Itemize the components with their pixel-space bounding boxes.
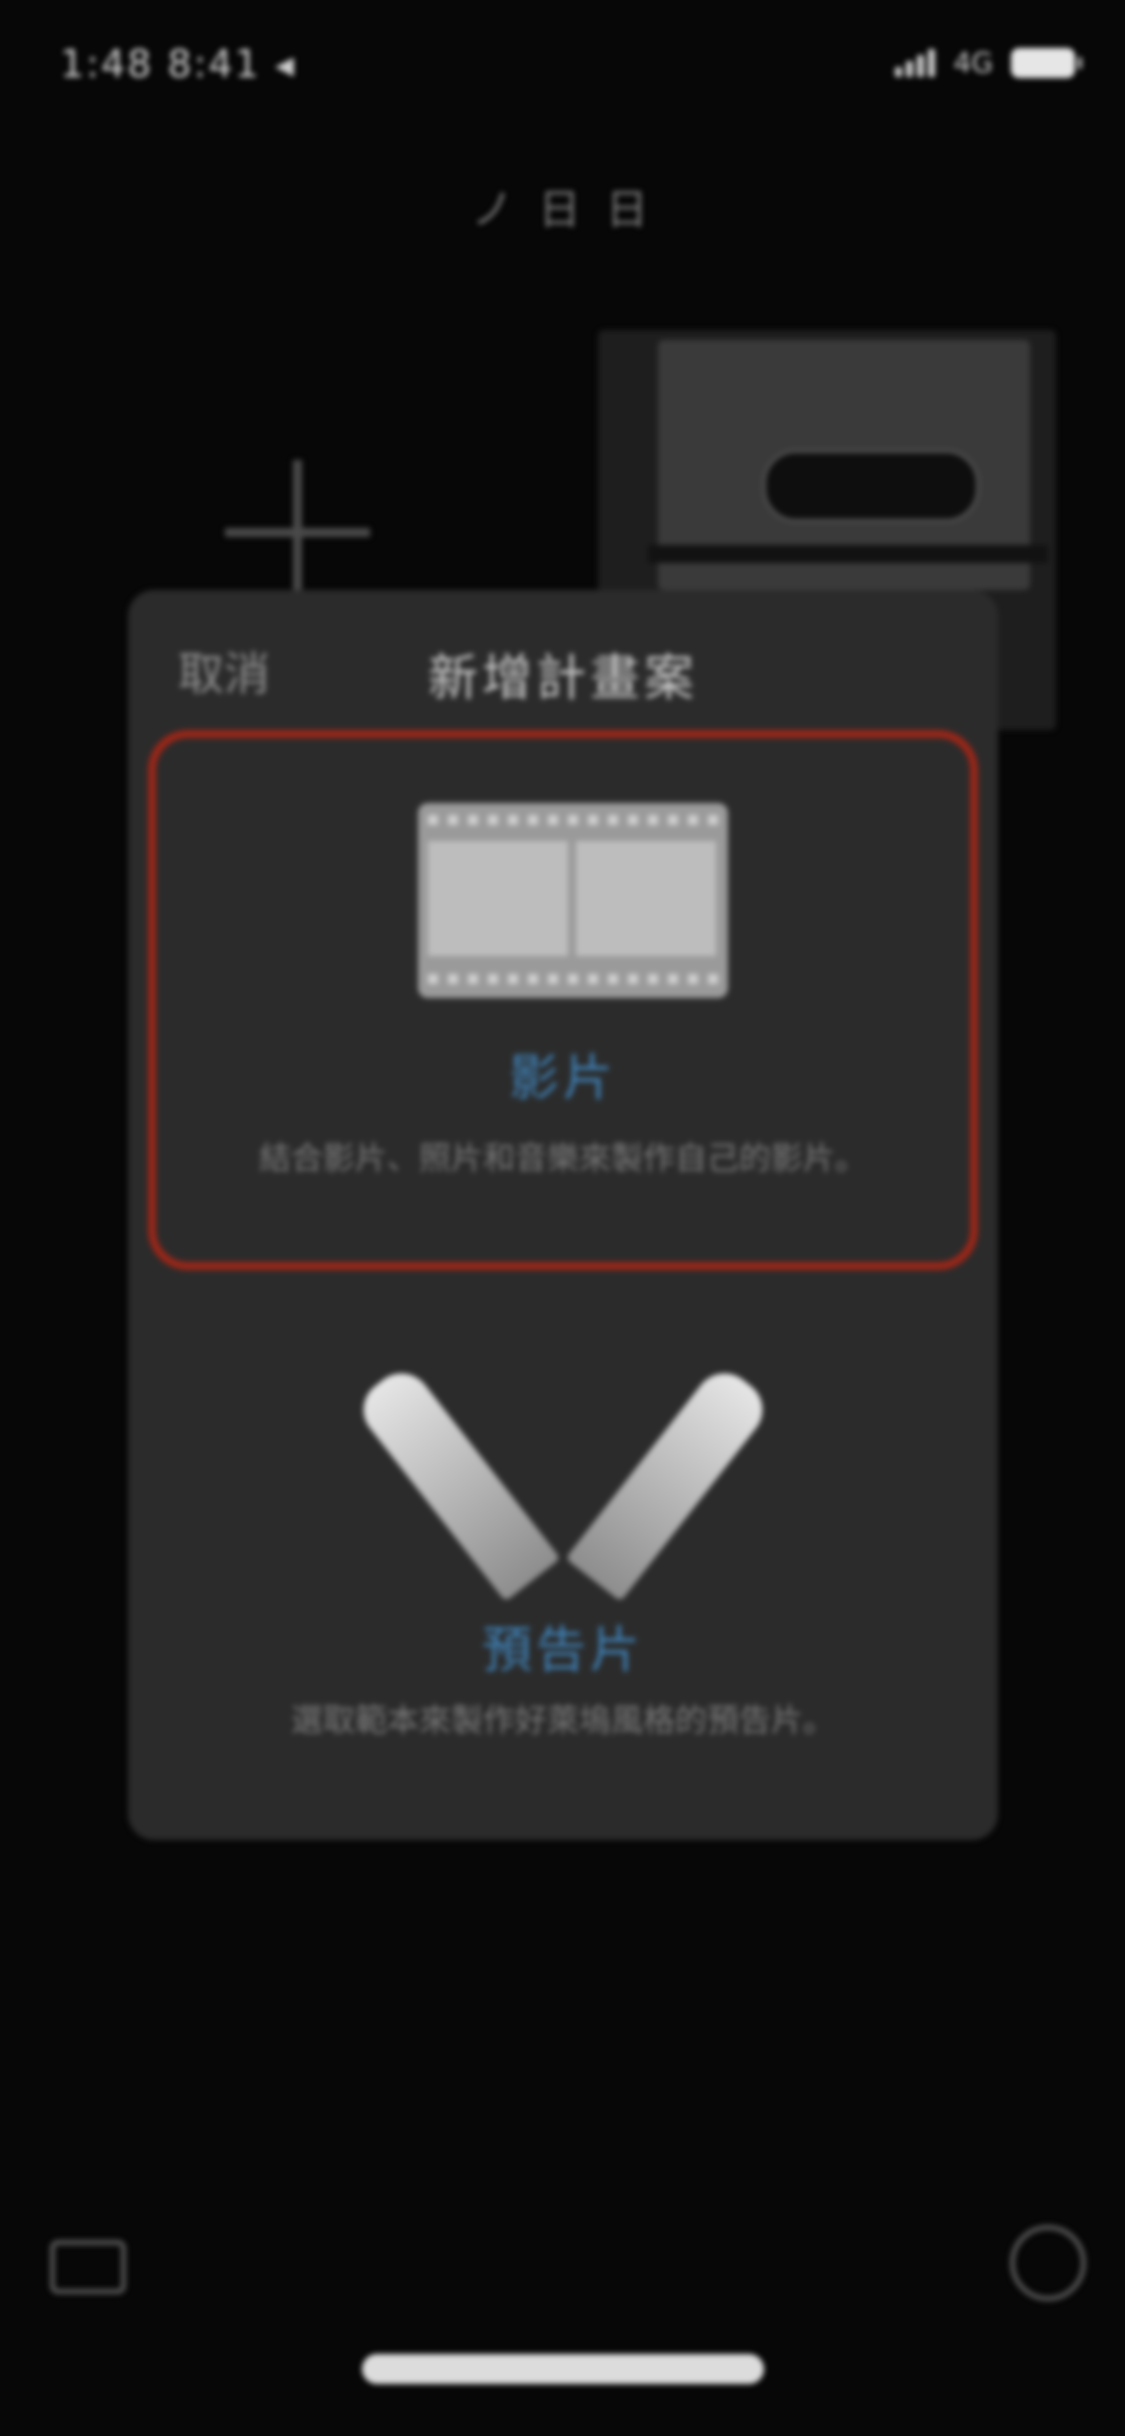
network-type: 4G	[953, 46, 993, 79]
status-indicators: 4G	[895, 46, 1082, 79]
add-project-icon	[225, 460, 370, 605]
projects-icon	[50, 2240, 126, 2294]
option-movie-description: 結合影片、照片和音樂來製作自己的影片。	[258, 1139, 867, 1177]
battery-icon	[1011, 47, 1082, 78]
searchlights-icon	[351, 1330, 775, 1602]
preview-bar	[648, 545, 1048, 563]
film-strip-icon	[418, 803, 728, 998]
preview-pill	[763, 450, 979, 522]
signal-icon	[895, 48, 936, 77]
option-movie-label: 影片	[509, 1049, 617, 1107]
home-indicator[interactable]	[362, 2354, 764, 2384]
page-title: ノ 日 日	[471, 185, 654, 234]
new-project-dialog: 取消 新增計畫案 影片 結合影片、照片和音樂來製作自己的影片。 預告片 選取範本…	[128, 590, 998, 1840]
option-trailer-label: 預告片	[482, 1621, 644, 1679]
status-time: 1:48 8:41 ◂	[60, 42, 296, 86]
dialog-title: 新增計畫案	[428, 649, 698, 707]
option-movie[interactable]: 影片 結合影片、照片和音樂來製作自己的影片。	[148, 730, 978, 1270]
option-trailer[interactable]: 預告片 選取範本來製作好萊塢風格的預告片。	[148, 1310, 978, 1810]
option-trailer-description: 選取範本來製作好萊塢風格的預告片。	[290, 1701, 835, 1739]
share-icon	[1010, 2225, 1086, 2301]
